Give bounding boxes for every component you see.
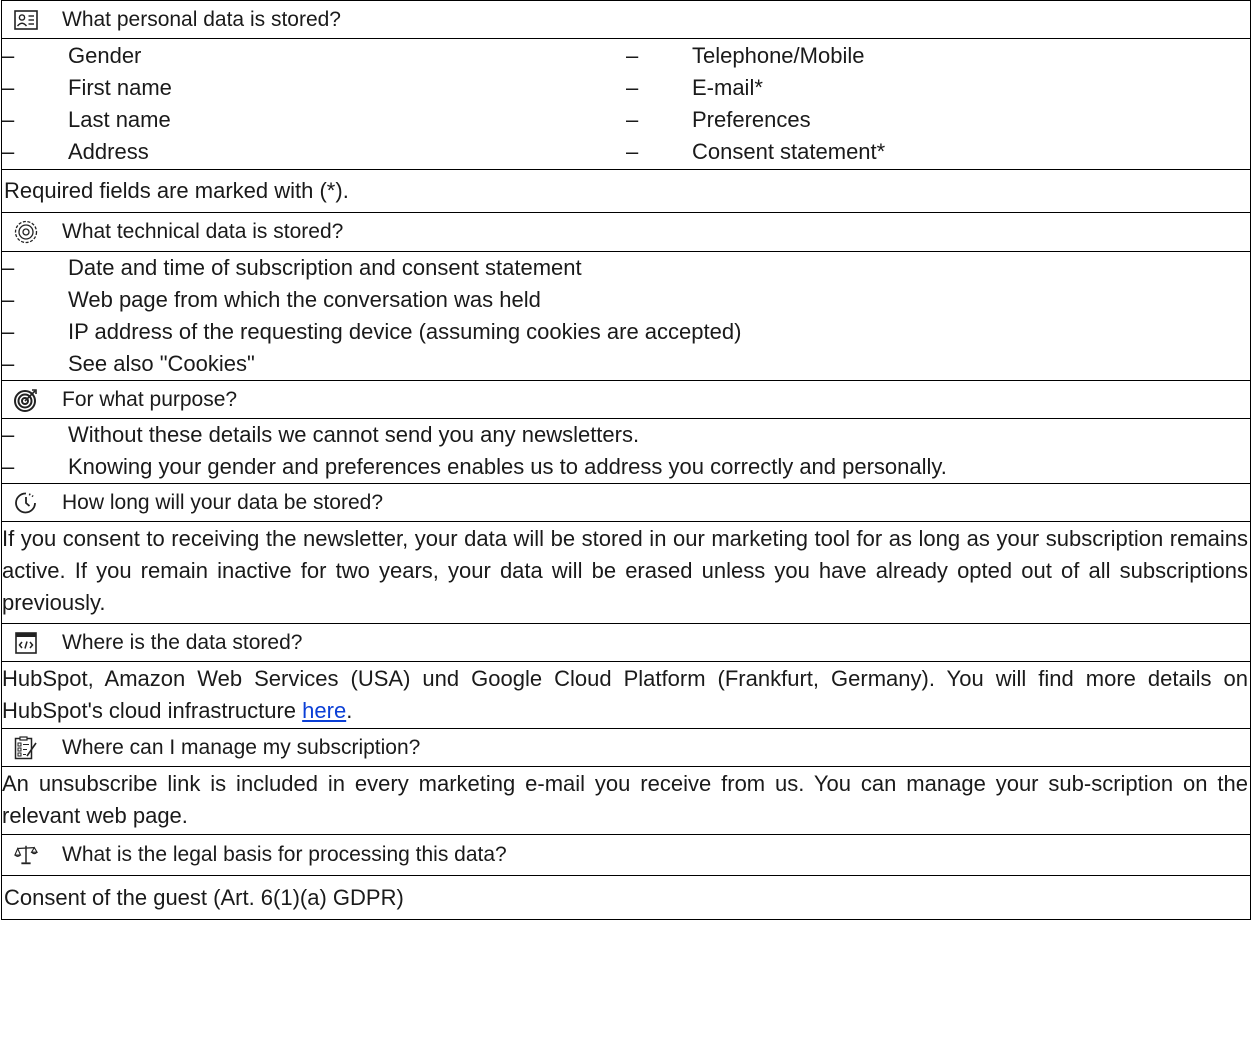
list-item: Consent statement* (626, 136, 1250, 168)
technical-data-list: Date and time of subscription and consen… (2, 252, 1250, 381)
scales-icon (14, 843, 38, 867)
hubspot-infrastructure-link[interactable]: here (302, 698, 346, 723)
location-text-cell: HubSpot, Amazon Web Services (USA) und G… (2, 662, 1250, 729)
list-item: E-mail* (626, 72, 1250, 104)
section-title-duration: How long will your data be stored? (62, 490, 384, 514)
list-item: Date and time of subscription and consen… (2, 252, 1250, 284)
purpose-items: Without these details we cannot send you… (2, 419, 1250, 483)
section-header-personal: What personal data is stored? (2, 1, 1250, 39)
section-header-duration: How long will your data be stored? (2, 484, 1250, 522)
legal-text: Consent of the guest (Art. 6(1)(a) GDPR) (4, 884, 404, 910)
location-text-end: . (346, 698, 353, 723)
list-item: Telephone/Mobile (626, 40, 1250, 72)
target-icon (14, 388, 38, 412)
section-title-legal: What is the legal basis for processing t… (62, 843, 507, 866)
section-title-personal: What personal data is stored? (62, 7, 341, 31)
list-item: Knowing your gender and preferences enab… (2, 451, 1250, 483)
list-item: See also "Cookies" (2, 348, 1250, 380)
required-note-text: Required fields are marked with (*). (4, 178, 349, 203)
list-item: Preferences (626, 104, 1250, 136)
checklist-icon (14, 735, 38, 760)
clock-icon (14, 491, 38, 515)
manage-text: An unsubscribe link is included in every… (2, 771, 1248, 828)
location-text: HubSpot, Amazon Web Services (USA) und G… (2, 662, 1250, 728)
duration-text-cell: If you consent to receiving the newslett… (2, 522, 1250, 624)
gear-icon (14, 220, 38, 244)
list-item: Address (2, 136, 626, 168)
purpose-list: Without these details we cannot send you… (2, 419, 1250, 484)
section-title-manage: Where can I manage my subscription? (62, 735, 421, 759)
personal-list-right: Telephone/Mobile E-mail* Preferences Con… (626, 40, 1250, 168)
section-title-location: Where is the data stored? (62, 630, 303, 654)
location-text-body: HubSpot, Amazon Web Services (USA) und G… (2, 666, 1248, 723)
manage-text-cell: An unsubscribe link is included in every… (2, 767, 1250, 835)
section-header-purpose: For what purpose? (2, 381, 1250, 419)
duration-text: If you consent to receiving the newslett… (2, 526, 1248, 615)
personal-list-left: Gender First name Last name Address (2, 40, 626, 168)
list-item: Web page from which the conversation was… (2, 284, 1250, 316)
section-title-technical: What technical data is stored? (62, 220, 344, 243)
contact-card-icon (14, 8, 38, 32)
list-item: First name (2, 72, 626, 104)
section-header-legal: What is the legal basis for processing t… (2, 835, 1250, 876)
legal-text-cell: Consent of the guest (Art. 6(1)(a) GDPR) (2, 876, 1250, 920)
list-item: Without these details we cannot send you… (2, 419, 1250, 451)
section-title-purpose: For what purpose? (62, 387, 238, 411)
personal-data-list: Gender First name Last name Address Tele… (2, 39, 1250, 170)
list-item: IP address of the requesting device (ass… (2, 316, 1250, 348)
list-item: Gender (2, 40, 626, 72)
list-item: Last name (2, 104, 626, 136)
section-header-technical: What technical data is stored? (2, 213, 1250, 252)
privacy-info-table: What personal data is stored? Gender Fir… (1, 0, 1251, 920)
code-window-icon (14, 631, 38, 655)
section-header-manage: Where can I manage my subscription? (2, 729, 1250, 767)
required-fields-note: Required fields are marked with (*). (2, 170, 1250, 213)
section-header-location: Where is the data stored? (2, 624, 1250, 662)
technical-list: Date and time of subscription and consen… (2, 252, 1250, 380)
